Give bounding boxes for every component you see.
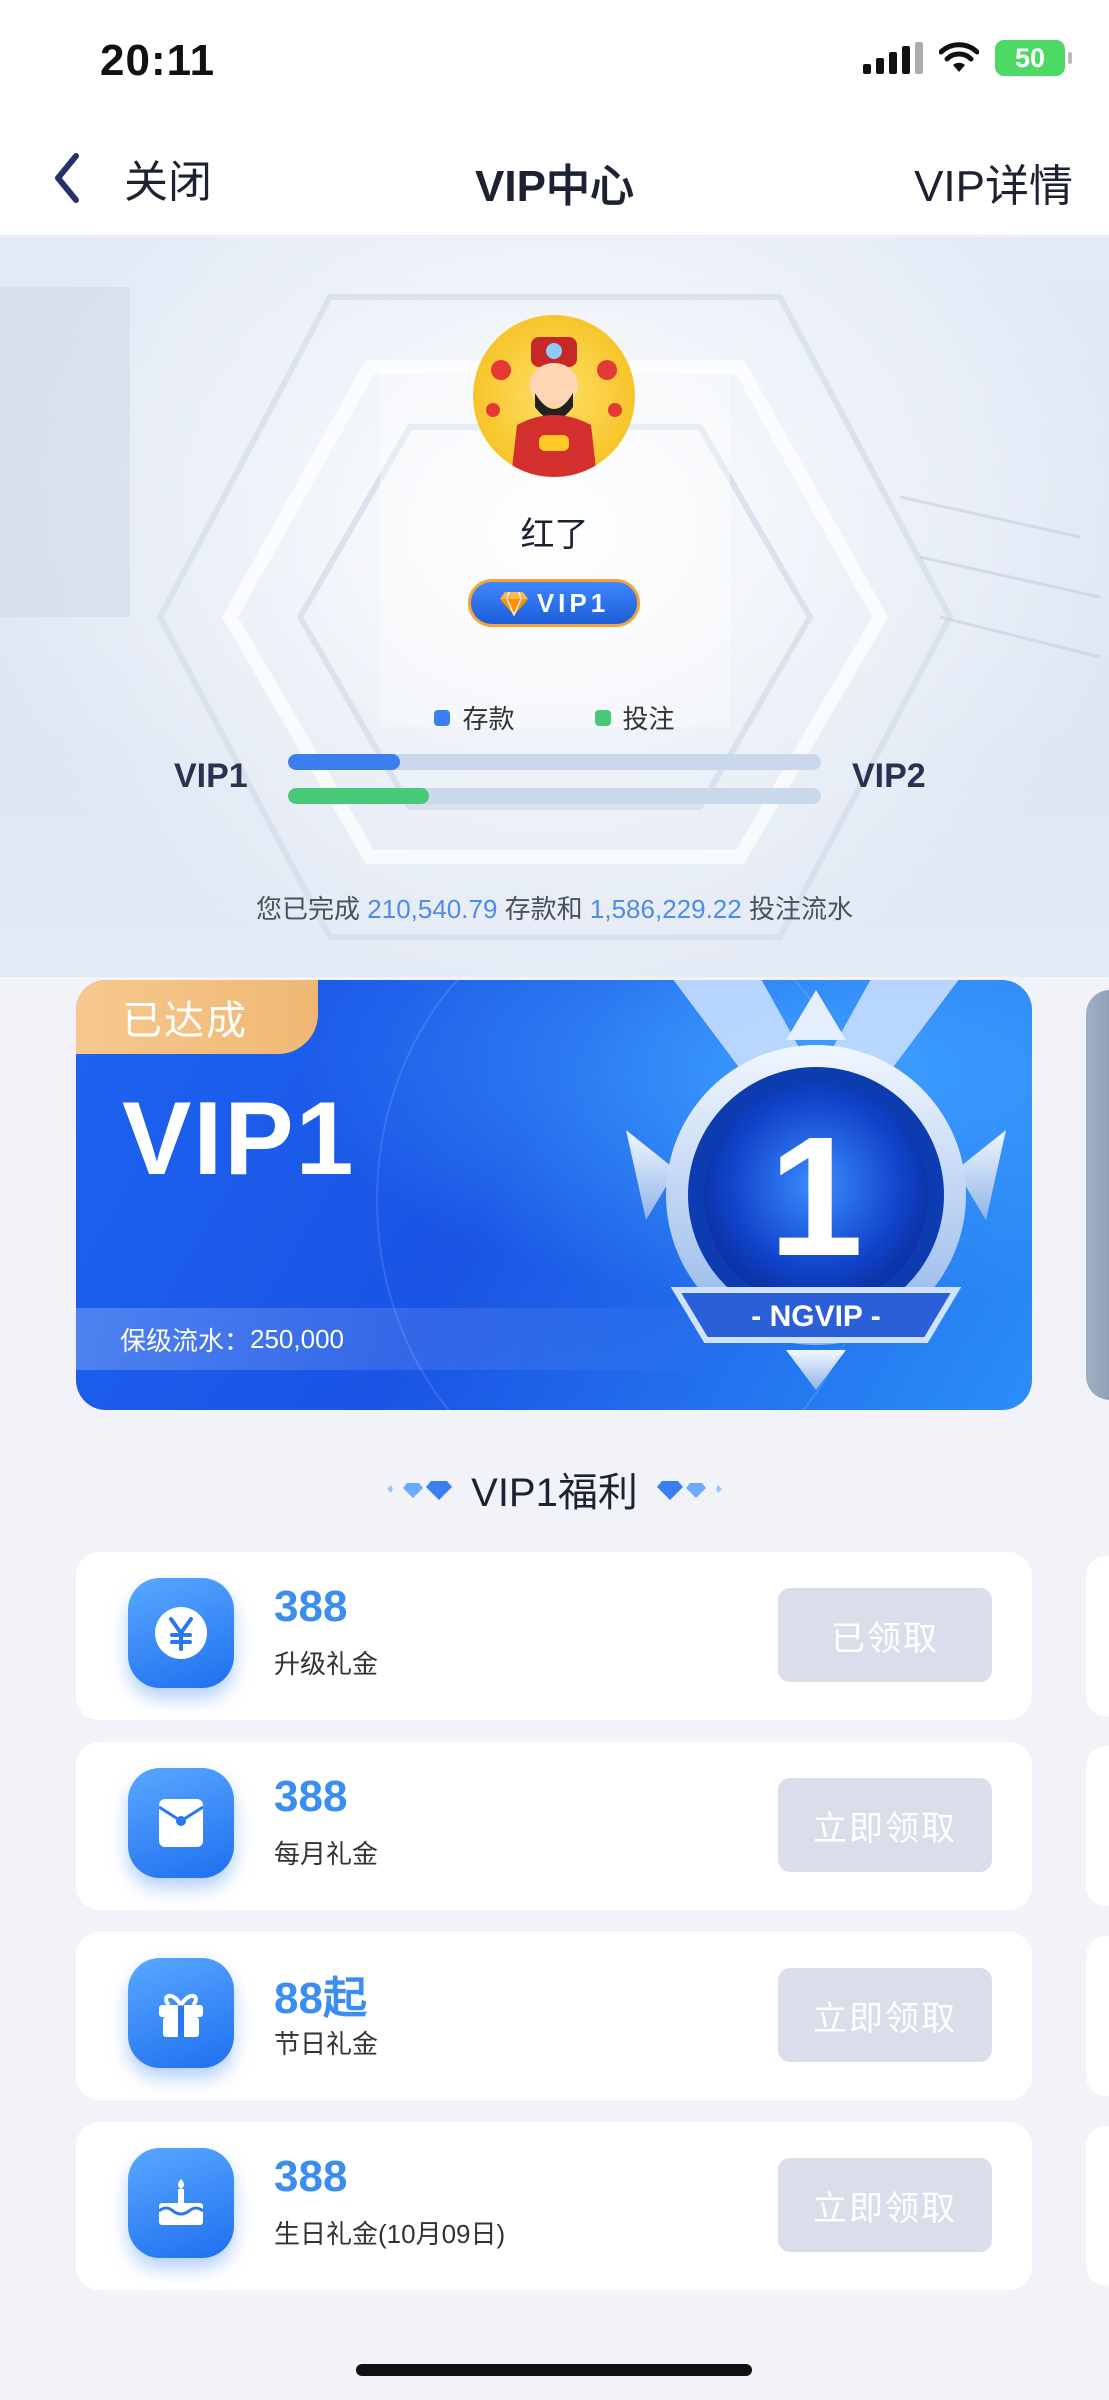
summary-suffix: 投注流水 [748,894,853,924]
benefit-card-peek [1086,2126,1109,2286]
progress-legend: 存款 投注 [0,699,1109,736]
retention-label: 保级流水： [120,1325,251,1356]
bet-amount: 1,586,229.22 [589,894,742,924]
bet-progress-fill [288,788,430,804]
benefit-label: 节日礼金 [274,2029,379,2059]
benefit-card-peek [1086,1746,1109,1906]
gift-icon [128,1958,234,2068]
yen-icon [128,1578,234,1688]
nav-bar: 关闭 VIP中心 VIP详情 [0,110,1109,236]
battery-icon: 50 [995,40,1072,76]
envelope-icon [128,1768,234,1878]
legend-deposit-swatch [434,709,451,726]
diamond-decoration-left-icon [385,1477,455,1501]
retention-value: 250,000 [250,1323,344,1354]
cake-icon [128,2148,234,2258]
medal-number: 1 [769,1102,864,1292]
profile-hero: 红了 VIP1 存款 投注 VIP1 VIP2 您已完成 210,540.79 … [0,237,1109,977]
progress-summary: 您已完成 210,540.79 存款和 1,586,229.22 投注流水 [0,889,1109,926]
benefit-label: 每月礼金 [274,1839,379,1869]
vip-detail-link[interactable]: VIP详情 [914,150,1073,214]
status-icons: 50 [863,40,1072,76]
vip-level-badge: VIP1 [468,579,640,627]
benefit-card-peek [1086,1556,1109,1716]
summary-prefix: 您已完成 [256,894,361,924]
diamond-icon [499,591,528,616]
status-time: 20:11 [100,36,216,85]
fortune-god-avatar-icon [486,337,622,477]
benefit-amount: 388 [274,2152,348,2201]
deposit-amount: 210,540.79 [367,894,498,924]
legend-deposit-label: 存款 [462,704,515,734]
medal-text: - NGVIP - [751,1300,880,1333]
vip-level-card[interactable]: 已达成 VIP1 保级流水： 250,000 1 - NGVIP - [76,980,1032,1410]
benefit-monthly: 388 每月礼金 立即领取 [76,1742,1032,1910]
status-bar: 20:11 50 [0,0,1109,110]
benefit-card-peek [1086,1936,1109,2096]
next-level-label: VIP2 [852,757,926,795]
legend-bet-swatch [594,709,611,726]
benefit-amount: 388 [274,1582,348,1631]
wifi-icon [939,42,979,72]
home-indicator[interactable] [356,2364,752,2376]
claim-now-button[interactable]: 立即领取 [778,1778,992,1872]
avatar[interactable] [473,315,635,477]
next-level-card-peek[interactable] [1086,990,1109,1400]
benefits-header: VIP1福利 [0,1460,1109,1518]
claimed-button[interactable]: 已领取 [778,1588,992,1682]
legend-deposit: 存款 [434,699,515,736]
summary-mid: 存款和 [504,894,583,924]
battery-level: 50 [1014,42,1046,73]
upgrade-progress [288,754,821,804]
legend-bet-label: 投注 [622,704,675,734]
benefits-title: VIP1福利 [471,1471,638,1515]
benefit-birthday: 388 生日礼金(10月09日) 立即领取 [76,2122,1032,2290]
card-level-title: VIP1 [122,1081,356,1197]
benefit-label: 升级礼金 [274,1649,379,1679]
achieved-tag: 已达成 [76,980,318,1054]
claim-now-button[interactable]: 立即领取 [778,1968,992,2062]
cellular-signal-icon [863,42,923,74]
diamond-decoration-right-icon [654,1477,724,1501]
benefit-label: 生日礼金(10月09日) [274,2219,506,2249]
legend-bet: 投注 [594,699,675,736]
benefit-amount: 88起 [274,1974,367,2023]
claim-now-button[interactable]: 立即领取 [778,2158,992,2252]
username: 红了 [520,516,589,554]
deposit-progress-fill [288,754,400,770]
benefit-amount: 388 [274,1772,348,1821]
vip-badge-label: VIP1 [536,587,610,618]
deposit-progress-bar [288,754,821,770]
benefit-holiday: 88起 节日礼金 立即领取 [76,1932,1032,2100]
benefit-upgrade: 388 升级礼金 已领取 [76,1552,1032,1720]
bet-progress-bar [288,788,821,804]
vip-medal-icon: 1 - NGVIP - [626,980,1006,1390]
current-level-label: VIP1 [174,757,248,795]
